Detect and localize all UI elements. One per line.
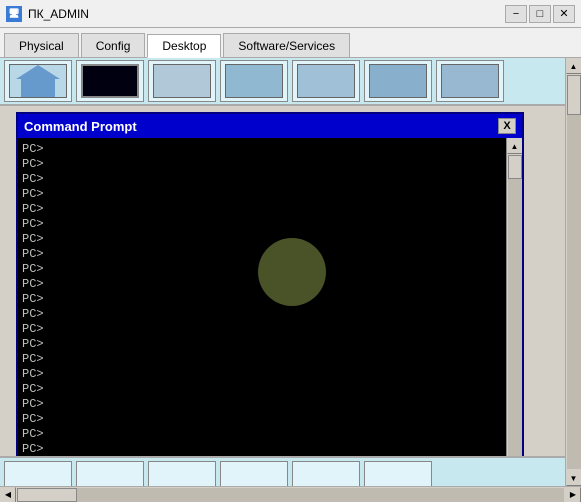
- outer-scroll-down[interactable]: ▼: [566, 470, 581, 486]
- command-prompt-window: Command Prompt X PC>PC>PC>PC>PC>PC>PC>PC…: [16, 112, 524, 482]
- cmd-line: PC>: [22, 337, 502, 352]
- cmd-line: PC>: [22, 412, 502, 427]
- tab-desktop[interactable]: Desktop: [147, 34, 221, 58]
- cmd-line: PC>: [22, 367, 502, 382]
- close-button[interactable]: ✕: [553, 5, 575, 23]
- minimize-button[interactable]: −: [505, 5, 527, 23]
- window-title: ПК_ADMIN: [28, 7, 89, 21]
- cmd-line: PC>: [22, 157, 502, 172]
- thumb-5[interactable]: [292, 60, 360, 102]
- cmd-line: PC>: [22, 322, 502, 337]
- cmd-scrollbar: ▲ ▼: [506, 138, 522, 480]
- cmd-body-wrap: PC>PC>PC>PC>PC>PC>PC>PC>PC>PC>PC>PC>PC>P…: [18, 138, 522, 480]
- thumb-7[interactable]: [436, 60, 504, 102]
- thumb-5-inner: [297, 64, 355, 98]
- cmd-line: PC>: [22, 232, 502, 247]
- thumb-3-inner: [153, 64, 211, 98]
- maximize-button[interactable]: □: [529, 5, 551, 23]
- outer-scroll-track: [567, 75, 581, 469]
- thumb-2-inner: [81, 64, 139, 98]
- app-icon-text: 🖥: [8, 8, 19, 19]
- tab-config[interactable]: Config: [81, 33, 146, 57]
- cmd-line: PC>: [22, 382, 502, 397]
- cmd-line: PC>: [22, 172, 502, 187]
- cmd-scroll-track: [508, 155, 522, 463]
- cmd-line: PC>: [22, 142, 502, 157]
- h-scroll-thumb[interactable]: [17, 488, 77, 502]
- cmd-title-text: Command Prompt: [24, 119, 137, 134]
- cmd-line: PC>: [22, 352, 502, 367]
- cmd-line: PC>: [22, 202, 502, 217]
- outer-scroll-up[interactable]: ▲: [566, 58, 581, 74]
- thumb-6[interactable]: [364, 60, 432, 102]
- thumb-1-inner: [9, 64, 67, 98]
- main-content: Command Prompt X PC>PC>PC>PC>PC>PC>PC>PC…: [0, 58, 581, 502]
- title-bar: 🖥 ПК_ADMIN − □ ✕: [0, 0, 581, 28]
- h-scroll-left[interactable]: ◀: [0, 487, 16, 502]
- tab-bar: Physical Config Desktop Software/Service…: [0, 28, 581, 58]
- window-controls: − □ ✕: [505, 5, 575, 23]
- outer-scrollbar: ▲ ▼: [565, 58, 581, 486]
- thumb-4-inner: [225, 64, 283, 98]
- thumb-7-inner: [441, 64, 499, 98]
- thumb-6-inner: [369, 64, 427, 98]
- h-scroll-track: [17, 488, 564, 502]
- h-scrollbar: ◀ ▶: [0, 486, 581, 502]
- cmd-title-bar: Command Prompt X: [18, 114, 522, 138]
- h-scroll-right[interactable]: ▶: [565, 487, 581, 502]
- cmd-line: PC>: [22, 217, 502, 232]
- cmd-close-button[interactable]: X: [498, 118, 516, 134]
- thumb-2[interactable]: [76, 60, 144, 102]
- cmd-line: PC>: [22, 307, 502, 322]
- cmd-line: PC>: [22, 292, 502, 307]
- cmd-line: PC>: [22, 397, 502, 412]
- cmd-scroll-up[interactable]: ▲: [507, 138, 523, 154]
- cmd-scroll-thumb[interactable]: [508, 155, 522, 179]
- cmd-line: PC>: [22, 442, 502, 457]
- top-thumbnail-strip: [0, 58, 581, 106]
- cmd-body[interactable]: PC>PC>PC>PC>PC>PC>PC>PC>PC>PC>PC>PC>PC>P…: [18, 138, 506, 480]
- tab-physical[interactable]: Physical: [4, 33, 79, 57]
- thumb-1[interactable]: [4, 60, 72, 102]
- tab-software-services[interactable]: Software/Services: [223, 33, 350, 57]
- thumb-4[interactable]: [220, 60, 288, 102]
- cmd-line: PC>: [22, 187, 502, 202]
- app-icon: 🖥: [6, 6, 22, 22]
- thumb-3[interactable]: [148, 60, 216, 102]
- title-bar-left: 🖥 ПК_ADMIN: [6, 6, 89, 22]
- outer-scroll-thumb[interactable]: [567, 75, 581, 115]
- cmd-circle: [258, 238, 326, 306]
- cmd-line: PC>: [22, 427, 502, 442]
